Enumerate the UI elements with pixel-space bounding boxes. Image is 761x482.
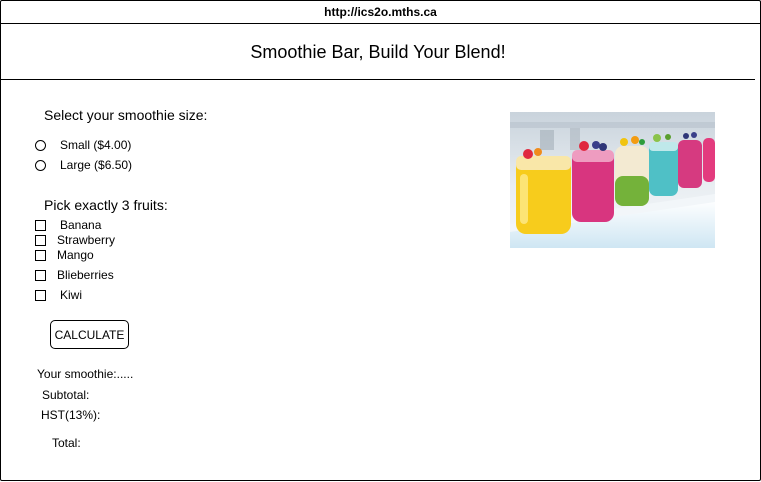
page-title: Smoothie Bar, Build Your Blend! [1,24,755,80]
size-small-label[interactable]: Small ($4.00) [60,138,131,152]
fruit-strawberry-label[interactable]: Strawberry [57,233,115,247]
result-smoothie: Your smoothie:..... [37,367,134,381]
calculate-button[interactable]: CALCULATE [50,320,129,349]
fruit-banana-label[interactable]: Banana [60,218,101,232]
size-large-label[interactable]: Large ($6.50) [60,158,132,172]
url-bar[interactable]: http://ics2o.mths.ca [1,1,760,24]
result-subtotal: Subtotal: [42,388,90,402]
fruit-heading: Pick exactly 3 fruits: [44,197,168,213]
fruit-blueberries-label[interactable]: Blieberries [57,268,114,282]
size-large-radio[interactable] [35,160,46,171]
fruit-banana-checkbox[interactable] [35,220,46,231]
fruit-mango-label[interactable]: Mango [57,248,94,262]
fruit-kiwi-label[interactable]: Kiwi [60,288,82,302]
fruit-blueberries-checkbox[interactable] [35,270,46,281]
result-hst: HST(13%): [41,408,101,422]
result-total: Total: [52,436,81,450]
fruit-mango-checkbox[interactable] [35,250,46,261]
smoothie-image [510,112,715,248]
fruit-strawberry-checkbox[interactable] [35,235,46,246]
size-heading: Select your smoothie size: [44,107,208,123]
fruit-kiwi-checkbox[interactable] [35,290,46,301]
size-small-radio[interactable] [35,140,46,151]
